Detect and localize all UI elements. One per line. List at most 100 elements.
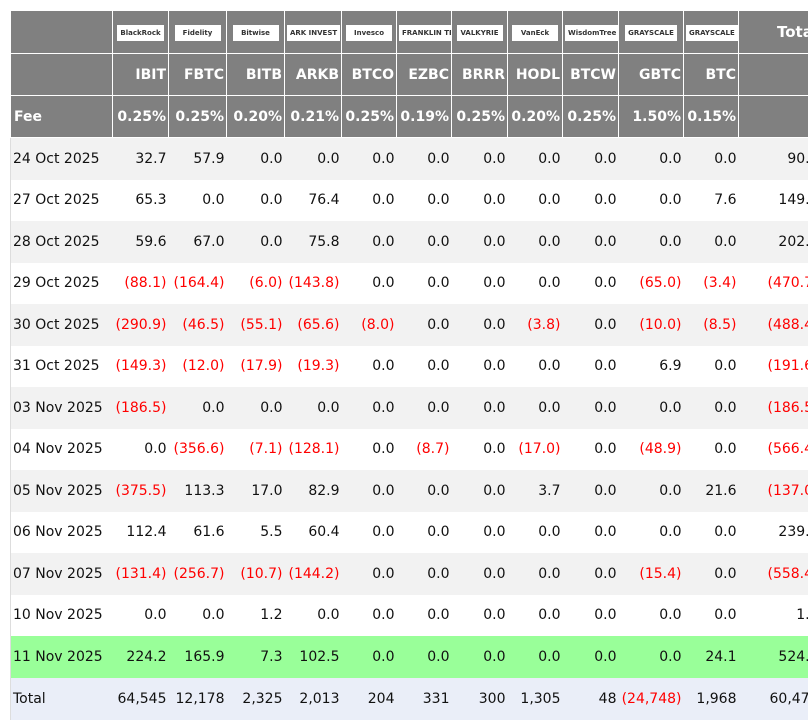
flow-cell: (88.1) <box>113 263 169 305</box>
flow-cell: (149.3) <box>113 346 169 388</box>
ticker-header: GBTC <box>619 54 684 96</box>
flow-cell: 59.6 <box>113 221 169 263</box>
flow-cell: 0.0 <box>684 553 739 595</box>
flow-cell: 0.0 <box>508 180 563 222</box>
empty-cell <box>739 96 808 138</box>
flow-cell: (375.5) <box>113 470 169 512</box>
flow-cell: 0.0 <box>684 595 739 637</box>
logo-cell: VanEck <box>508 11 563 54</box>
fee-cell: 0.25% <box>169 96 227 138</box>
flow-cell: 0.0 <box>452 221 508 263</box>
logo-cell: BlackRock <box>113 11 169 54</box>
flow-cell: (186.5) <box>113 387 169 429</box>
flow-cell: (356.6) <box>169 429 227 471</box>
flow-cell: 0.0 <box>563 221 619 263</box>
flow-cell: 0.0 <box>684 138 739 180</box>
flow-cell: (144.2) <box>285 553 342 595</box>
flow-cell: 0.0 <box>619 595 684 637</box>
row-label: 24 Oct 2025 <box>11 138 113 180</box>
row-label: 27 Oct 2025 <box>11 180 113 222</box>
logo-cell: Invesco <box>342 11 397 54</box>
logo-cell: ARK INVEST <box>285 11 342 54</box>
flow-cell: 0.0 <box>619 180 684 222</box>
table-row: 24 Oct 202532.757.90.00.00.00.00.00.00.0… <box>11 138 808 180</box>
ticker-header: BTCO <box>342 54 397 96</box>
flow-cell: 0.0 <box>563 346 619 388</box>
table-row: 05 Nov 2025(375.5)113.317.082.90.00.00.0… <box>11 470 808 512</box>
flow-cell: 0.0 <box>113 429 169 471</box>
fee-cell: 0.19% <box>397 96 452 138</box>
flow-cell: 331 <box>397 678 452 720</box>
flow-cell: 0.0 <box>684 387 739 429</box>
flow-cell: 0.0 <box>508 387 563 429</box>
flow-cell: 0.0 <box>452 387 508 429</box>
issuer-logo: ARK INVEST <box>287 25 340 41</box>
flow-cell: (17.9) <box>227 346 285 388</box>
table-row: 27 Oct 202565.30.00.076.40.00.00.00.00.0… <box>11 180 808 222</box>
ticker-header: ARKB <box>285 54 342 96</box>
flow-cell: (3.8) <box>508 304 563 346</box>
flow-cell: 17.0 <box>227 470 285 512</box>
row-label: 10 Nov 2025 <box>11 595 113 637</box>
flow-cell: 0.0 <box>684 512 739 554</box>
logo-cell: FRANKLIN TEMPLETON <box>397 11 452 54</box>
flow-cell: 0.0 <box>227 138 285 180</box>
flow-cell: 32.7 <box>113 138 169 180</box>
fee-cell: 1.50% <box>619 96 684 138</box>
flow-cell: 0.0 <box>397 138 452 180</box>
flow-cell: 0.0 <box>508 263 563 305</box>
table-row: 30 Oct 2025(290.9)(46.5)(55.1)(65.6)(8.0… <box>11 304 808 346</box>
flow-cell: (164.4) <box>169 263 227 305</box>
flow-cell: (6.0) <box>227 263 285 305</box>
logo-cell: GRAYSCALE <box>684 11 739 54</box>
flow-cell: 0.0 <box>342 138 397 180</box>
flow-cell: 60,470 <box>739 678 808 720</box>
flow-cell: 1,968 <box>684 678 739 720</box>
flow-cell: 24.1 <box>684 636 739 678</box>
fee-cell: 0.25% <box>563 96 619 138</box>
flow-cell: (15.4) <box>619 553 684 595</box>
ticker-header: EZBC <box>397 54 452 96</box>
flow-cell: 0.0 <box>619 470 684 512</box>
flow-cell: (65.6) <box>285 304 342 346</box>
flow-cell: 0.0 <box>397 470 452 512</box>
flow-cell: 0.0 <box>452 138 508 180</box>
flow-cell: 0.0 <box>342 387 397 429</box>
table-row: 11 Nov 2025224.2165.97.3102.50.00.00.00.… <box>11 636 808 678</box>
corner-cell <box>11 54 113 96</box>
flow-cell: 0.0 <box>452 304 508 346</box>
flow-cell: 0.0 <box>563 304 619 346</box>
flow-cell: (17.0) <box>508 429 563 471</box>
flow-cell: 21.6 <box>684 470 739 512</box>
corner-cell <box>11 11 113 54</box>
flow-cell: 0.0 <box>563 553 619 595</box>
flow-cell: 0.0 <box>563 512 619 554</box>
flow-cell: (8.7) <box>397 429 452 471</box>
table-row: 28 Oct 202559.667.00.075.80.00.00.00.00.… <box>11 221 808 263</box>
flow-cell: 0.0 <box>563 470 619 512</box>
flow-cell: 0.0 <box>563 429 619 471</box>
flow-cell: 0.0 <box>684 429 739 471</box>
flow-cell: (19.3) <box>285 346 342 388</box>
flow-cell: 0.0 <box>508 553 563 595</box>
flow-cell: 82.9 <box>285 470 342 512</box>
issuer-logo: FRANKLIN TEMPLETON <box>399 25 452 41</box>
flow-cell: 0.0 <box>397 304 452 346</box>
flow-cell: 204 <box>342 678 397 720</box>
flow-cell: 0.0 <box>397 221 452 263</box>
flow-cell: 0.0 <box>452 595 508 637</box>
table-row: 10 Nov 20250.00.01.20.00.00.00.00.00.00.… <box>11 595 808 637</box>
flow-cell: 0.0 <box>684 346 739 388</box>
logo-cell: VALKYRIE <box>452 11 508 54</box>
row-label: 31 Oct 2025 <box>11 346 113 388</box>
flow-cell: 0.0 <box>342 429 397 471</box>
flow-cell: 0.0 <box>169 595 227 637</box>
flow-cell: (191.6) <box>739 346 808 388</box>
flow-cell: (3.4) <box>684 263 739 305</box>
flow-cell: 6.9 <box>619 346 684 388</box>
fee-cell: 0.20% <box>227 96 285 138</box>
flow-cell: (65.0) <box>619 263 684 305</box>
flow-cell: 0.0 <box>342 595 397 637</box>
flow-cell: 0.0 <box>113 595 169 637</box>
flow-cell: 0.0 <box>619 512 684 554</box>
